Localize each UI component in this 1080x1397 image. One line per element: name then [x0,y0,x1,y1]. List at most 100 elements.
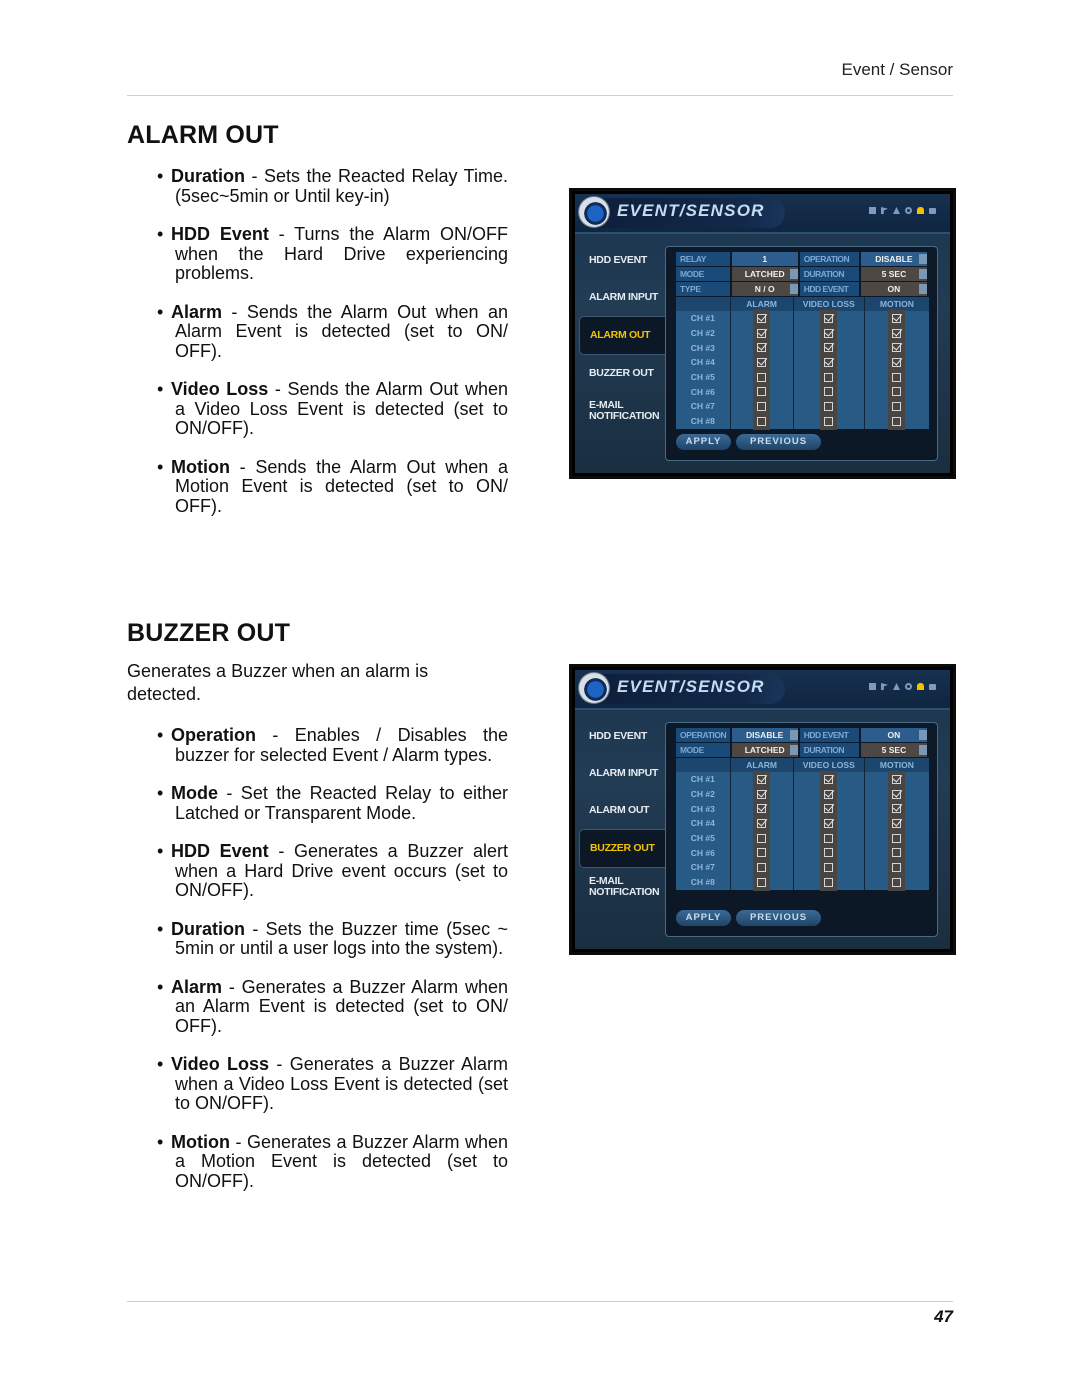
video-loss-checkbox[interactable] [820,858,838,876]
motion-checkbox[interactable] [888,814,906,832]
gear-icon[interactable] [905,683,912,690]
motion-checkbox[interactable] [888,829,906,847]
spinner-icon[interactable] [789,730,798,740]
channel-label: CH #1 [690,313,715,324]
spinner-icon[interactable] [789,284,798,294]
motion-checkbox[interactable] [888,800,906,818]
video-loss-checkbox[interactable] [820,309,838,327]
dvr-tab-hdd-event[interactable]: HDD EVENT [579,718,665,755]
video-loss-checkbox[interactable] [820,873,838,891]
alarm-checkbox[interactable] [753,814,771,832]
motion-checkbox[interactable] [888,353,906,371]
alarm-checkbox[interactable] [753,368,771,386]
motion-checkbox[interactable] [888,397,906,415]
section-heading-alarm-out: ALARM OUT [127,121,279,149]
video-loss-checkbox[interactable] [820,353,838,371]
spinner-icon[interactable] [789,269,798,279]
spinner-icon[interactable] [919,730,927,740]
field-value-select[interactable]: 5 SEC [860,267,927,281]
alarm-checkbox[interactable] [753,383,771,401]
alarm-checkbox[interactable] [753,412,771,430]
video-loss-checkbox[interactable] [820,324,838,342]
dvr-tab-alarm-input[interactable]: ALARM INPUT [579,279,665,316]
monitor-icon[interactable] [869,683,876,690]
alarm-checkbox[interactable] [753,844,771,862]
channel-row: CH #8 [676,412,929,430]
gear-icon[interactable] [905,207,912,214]
video-loss-checkbox[interactable] [820,800,838,818]
motion-checkbox[interactable] [888,858,906,876]
video-loss-checkbox[interactable] [820,785,838,803]
bell-icon[interactable] [917,207,924,214]
dvr-tab-buzzer-out[interactable]: BUZZER OUT [579,355,665,392]
dvr-tab-hdd-event[interactable]: HDD EVENT [579,242,665,279]
previous-button[interactable]: PREVIOUS [736,434,821,450]
spinner-icon[interactable] [919,254,927,264]
motion-checkbox[interactable] [888,324,906,342]
alarm-checkbox[interactable] [753,829,771,847]
video-loss-checkbox[interactable] [820,844,838,862]
spinner-icon[interactable] [919,284,927,294]
video-loss-checkbox[interactable] [820,770,838,788]
video-loss-checkbox[interactable] [820,814,838,832]
alarm-checkbox[interactable] [753,397,771,415]
motion-checkbox[interactable] [888,770,906,788]
spinner-icon[interactable] [789,745,798,755]
alarm-checkbox[interactable] [753,873,771,891]
video-loss-checkbox[interactable] [820,368,838,386]
dvr-tab-alarm-out[interactable]: ALARM OUT [579,316,665,355]
field-value-select[interactable]: 1 [731,252,798,266]
dvr-button-bar: APPLY PREVIOUS [676,910,821,926]
alarm-checkbox[interactable] [753,353,771,371]
flag-icon[interactable] [881,683,888,690]
apply-button[interactable]: APPLY [676,434,731,450]
video-loss-checkbox[interactable] [820,397,838,415]
alarm-checkbox[interactable] [753,324,771,342]
bullet-dot: • [157,783,164,803]
motion-checkbox[interactable] [888,309,906,327]
video-loss-checkbox[interactable] [820,339,838,357]
dvr-tab-e-mail-notification[interactable]: E-MAIL NOTIFICATION [579,392,665,429]
triangle-icon[interactable] [893,683,900,690]
field-value-select[interactable]: ON [860,282,927,296]
spinner-icon[interactable] [919,269,927,279]
field-value-select[interactable]: DISABLE [860,252,927,266]
mail-icon[interactable] [929,684,936,690]
motion-checkbox[interactable] [888,339,906,357]
previous-button[interactable]: PREVIOUS [736,910,821,926]
field-label: MODE [676,267,730,281]
field-value-select[interactable]: ON [860,728,927,742]
alarm-checkbox[interactable] [753,339,771,357]
motion-checkbox[interactable] [888,412,906,430]
motion-checkbox[interactable] [888,873,906,891]
video-loss-checkbox[interactable] [820,383,838,401]
field-value-select[interactable]: N / O [731,282,798,296]
field-value-select[interactable]: DISABLE [731,728,798,742]
spinner-icon[interactable] [919,745,927,755]
alarm-checkbox[interactable] [753,309,771,327]
bell-icon[interactable] [917,683,924,690]
field-value-select[interactable]: LATCHED [731,743,798,757]
motion-checkbox[interactable] [888,368,906,386]
video-loss-checkbox[interactable] [820,412,838,430]
triangle-icon[interactable] [893,207,900,214]
dvr-tab-alarm-input[interactable]: ALARM INPUT [579,755,665,792]
mail-icon[interactable] [929,208,936,214]
field-value-select[interactable]: 5 SEC [860,743,927,757]
channel-label: CH #8 [690,416,715,427]
dvr-tab-e-mail-notification[interactable]: E-MAIL NOTIFICATION [579,868,665,905]
monitor-icon[interactable] [869,207,876,214]
video-loss-checkbox[interactable] [820,829,838,847]
apply-button[interactable]: APPLY [676,910,731,926]
motion-checkbox[interactable] [888,785,906,803]
dvr-tab-buzzer-out[interactable]: BUZZER OUT [579,829,665,868]
alarm-checkbox[interactable] [753,858,771,876]
alarm-checkbox[interactable] [753,785,771,803]
flag-icon[interactable] [881,207,888,214]
motion-checkbox[interactable] [888,844,906,862]
motion-checkbox[interactable] [888,383,906,401]
alarm-checkbox[interactable] [753,800,771,818]
alarm-checkbox[interactable] [753,770,771,788]
dvr-tab-alarm-out[interactable]: ALARM OUT [579,792,665,829]
field-value-select[interactable]: LATCHED [731,267,798,281]
